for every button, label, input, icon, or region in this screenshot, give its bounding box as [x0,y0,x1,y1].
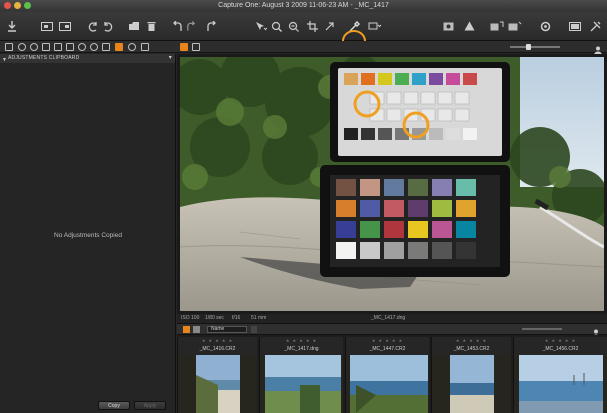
iso-value: ISO 100 [181,315,200,321]
tab-exposure[interactable] [42,43,50,51]
thumbnail-size-slider[interactable] [522,328,562,330]
thumbnail-rating[interactable]: ★ ★ ★ ★ ★ [346,338,429,343]
copy-button[interactable]: Copy [98,401,130,410]
customize-icon[interactable] [508,18,522,34]
spot-removal-tool-icon[interactable] [368,18,382,34]
minimize-window-button[interactable] [14,2,21,9]
export-icon[interactable] [58,18,72,34]
thumbnail-name: _MC_1417.dng [284,346,319,352]
browser-user-icon[interactable] [592,325,600,338]
zoom-slider-handle[interactable] [526,44,531,50]
empty-message: No Adjustments Copied [54,232,122,239]
thumbnail-rating[interactable]: ★ ★ ★ ★ ★ [514,338,607,343]
browser-grid-view-button[interactable] [183,326,190,333]
panel-header[interactable]: ▼ ADJUSTMENTS CLIPBOARD ▾ [0,54,175,63]
tab-batch[interactable] [128,43,136,51]
tab-details[interactable] [78,43,86,51]
thumbnail-rating[interactable]: ★ ★ ★ ★ ★ [260,338,343,343]
thumbnail-rating[interactable]: ★ ★ ★ ★ ★ [178,338,257,343]
tab-output[interactable] [102,43,110,51]
import-icon[interactable] [6,18,18,34]
single-view-button[interactable] [180,43,188,51]
zoom-window-button[interactable] [24,2,31,9]
user-icon[interactable] [594,42,602,55]
tab-library[interactable] [5,43,13,51]
copy-adjustments-icon[interactable] [127,18,141,34]
panel-title: ADJUSTMENTS CLIPBOARD [8,55,80,61]
collapse-triangle-icon[interactable]: ▼ [2,56,7,65]
rotate-right-icon[interactable] [186,18,196,34]
sort-direction-button[interactable] [251,326,257,333]
tools-icon[interactable] [589,18,601,34]
view-icon[interactable] [569,18,581,34]
tab-quick[interactable] [141,43,149,51]
multi-view-button[interactable] [192,43,200,51]
thumbnail-image [432,355,511,413]
settings-icon[interactable] [539,18,551,34]
tab-color[interactable] [30,43,38,51]
aperture-value: f/16 [232,315,241,321]
image-filename: _MC_1417.dng [371,315,406,321]
panel-menu-icon[interactable]: ▾ [169,54,172,63]
tab-capture[interactable] [18,43,26,51]
thumbnail[interactable]: ★ ★ ★ ★ ★ _MC_1417.dng [259,337,343,413]
tool-tabs [0,41,607,55]
apply-button[interactable]: Apply [134,401,166,410]
tab-metadata[interactable] [90,43,98,51]
exposure-warning-icon[interactable] [463,18,475,34]
image-info-bar: ISO 100 1/80 sec f/16 51 mm _MC_1417.dng [177,314,607,323]
image-viewer[interactable] [177,54,607,314]
zoom-tool-icon[interactable] [271,18,283,34]
thumbnail-name: _MC_1416.CR2 [199,346,236,352]
browser-list-view-button[interactable] [193,326,200,333]
window-title: Capture One: August 3 2009 11-06-23 AM -… [218,2,389,9]
redo-icon[interactable] [101,18,113,34]
thumbnail-image [346,355,429,413]
thumbnail-name: _MC_1447.CR2 [369,346,406,352]
thumbnail-image [260,355,343,413]
thumbnail[interactable]: ★ ★ ★ ★ ★ _MC_1456.CR2 [513,337,607,413]
thumbnail[interactable]: ★ ★ ★ ★ ★ _MC_1416.CR2 [177,337,257,413]
thumbnail-image [178,355,257,413]
close-window-button[interactable] [4,2,11,9]
capture-icon[interactable] [40,18,54,34]
zoom-slider[interactable] [510,44,560,50]
thumbnail-name: _MC_1453.CR2 [453,346,490,352]
pan-tool-icon[interactable] [253,18,267,34]
title-bar: Capture One: August 3 2009 11-06-23 AM -… [0,0,607,12]
thumbnail[interactable]: ★ ★ ★ ★ ★ _MC_1447.CR2 [345,337,429,413]
straighten-tool-icon[interactable] [306,18,318,34]
capture-one-window: Capture One: August 3 2009 11-06-23 AM -… [0,0,607,413]
crop-tool-icon[interactable] [288,18,300,34]
thumbnail-image [514,355,607,413]
rotate-left-icon[interactable] [171,18,183,34]
shutter-value: 1/80 sec [205,315,224,321]
browser-toolbar: Name [177,323,607,338]
adjustments-clipboard-panel: ▼ ADJUSTMENTS CLIPBOARD ▾ No Adjustments… [0,54,176,413]
thumbnail[interactable]: ★ ★ ★ ★ ★ _MC_1453.CR2 [431,337,511,413]
main-toolbar [0,12,607,52]
viewer-image[interactable] [180,57,604,311]
focal-length-value: 51 mm [251,315,267,321]
tab-composition[interactable] [66,43,74,51]
thumbnail-name: _MC_1456.CR2 [542,346,579,352]
tab-lens[interactable] [54,43,62,51]
thumbnail-rating[interactable]: ★ ★ ★ ★ ★ [432,338,511,343]
image-browser: ★ ★ ★ ★ ★ _MC_1416.CR2 ★ ★ ★ ★ ★ _MC_141… [177,335,607,413]
keystone-tool-icon[interactable] [323,18,335,34]
proof-icon[interactable] [442,18,454,34]
reset-icon[interactable] [205,18,217,34]
delete-icon[interactable] [146,18,156,34]
tab-adjustments[interactable] [115,43,123,51]
undo-icon[interactable] [87,18,99,34]
compare-icon[interactable] [490,18,504,34]
sort-select[interactable]: Name [207,326,247,333]
